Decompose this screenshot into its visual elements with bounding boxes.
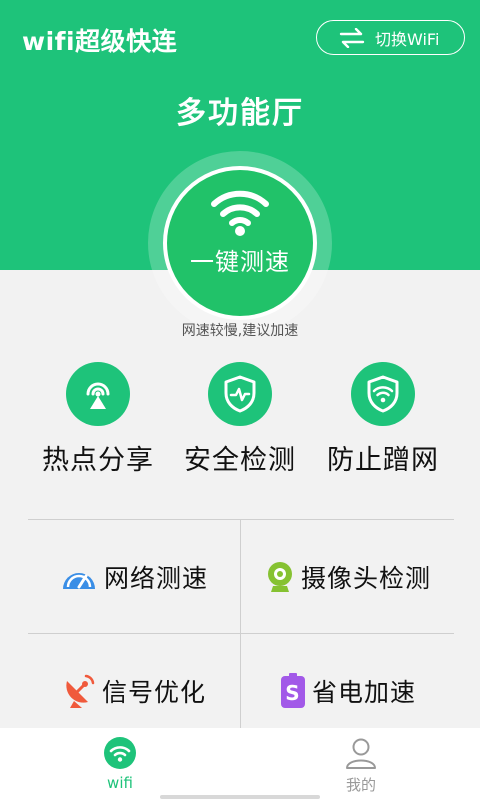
wifi-icon xyxy=(211,190,269,236)
switch-wifi-label: 切换WiFi xyxy=(375,29,440,49)
grid-divider xyxy=(28,633,454,634)
feature-label: 热点分享 xyxy=(42,445,154,476)
shield-pulse-icon xyxy=(208,362,272,426)
tab-wifi-label: wifi xyxy=(107,774,133,792)
feature-hotspot-share[interactable]: 热点分享 xyxy=(28,362,168,477)
swap-arrows-icon xyxy=(339,27,365,48)
feature-label: 防止蹭网 xyxy=(327,445,439,476)
feature-anti-leech[interactable]: 防止蹭网 xyxy=(313,362,453,477)
tool-label: 省电加速 xyxy=(311,678,416,707)
bottom-tab-bar: wifi 我的 xyxy=(0,728,480,800)
svg-text:S: S xyxy=(285,681,300,705)
hall-title: 多功能厅 xyxy=(176,96,304,131)
speedometer-icon xyxy=(60,561,98,593)
tool-label: 摄像头检测 xyxy=(300,564,431,593)
tool-network-speed[interactable]: 网络测速 xyxy=(28,521,240,633)
tool-label: 网络测速 xyxy=(103,564,208,593)
shield-wifi-icon xyxy=(351,362,415,426)
grid-divider xyxy=(240,520,241,728)
speed-test-button[interactable]: 一键测速 xyxy=(163,166,317,320)
switch-wifi-button[interactable]: 切换WiFi xyxy=(316,20,465,55)
user-icon xyxy=(346,738,376,769)
app-title: wifi超级快连 xyxy=(22,27,178,56)
tab-mine[interactable]: 我的 xyxy=(301,736,421,795)
wifi-tab-icon xyxy=(104,737,136,769)
battery-icon: S xyxy=(280,673,306,709)
home-indicator xyxy=(160,795,320,799)
speed-test-label: 一键测速 xyxy=(190,248,290,276)
grid-divider xyxy=(28,519,454,520)
satellite-dish-icon xyxy=(62,673,96,709)
hotspot-icon xyxy=(66,362,130,426)
feature-security-check[interactable]: 安全检测 xyxy=(170,362,310,477)
feature-label: 安全检测 xyxy=(184,445,296,476)
tab-mine-label: 我的 xyxy=(345,776,376,794)
speed-hint: 网速较慢,建议加速 xyxy=(181,323,299,339)
tool-camera-check[interactable]: 摄像头检测 xyxy=(242,521,454,633)
tab-wifi[interactable]: wifi xyxy=(60,736,180,792)
webcam-icon xyxy=(265,560,295,594)
tool-label: 信号优化 xyxy=(101,678,206,707)
